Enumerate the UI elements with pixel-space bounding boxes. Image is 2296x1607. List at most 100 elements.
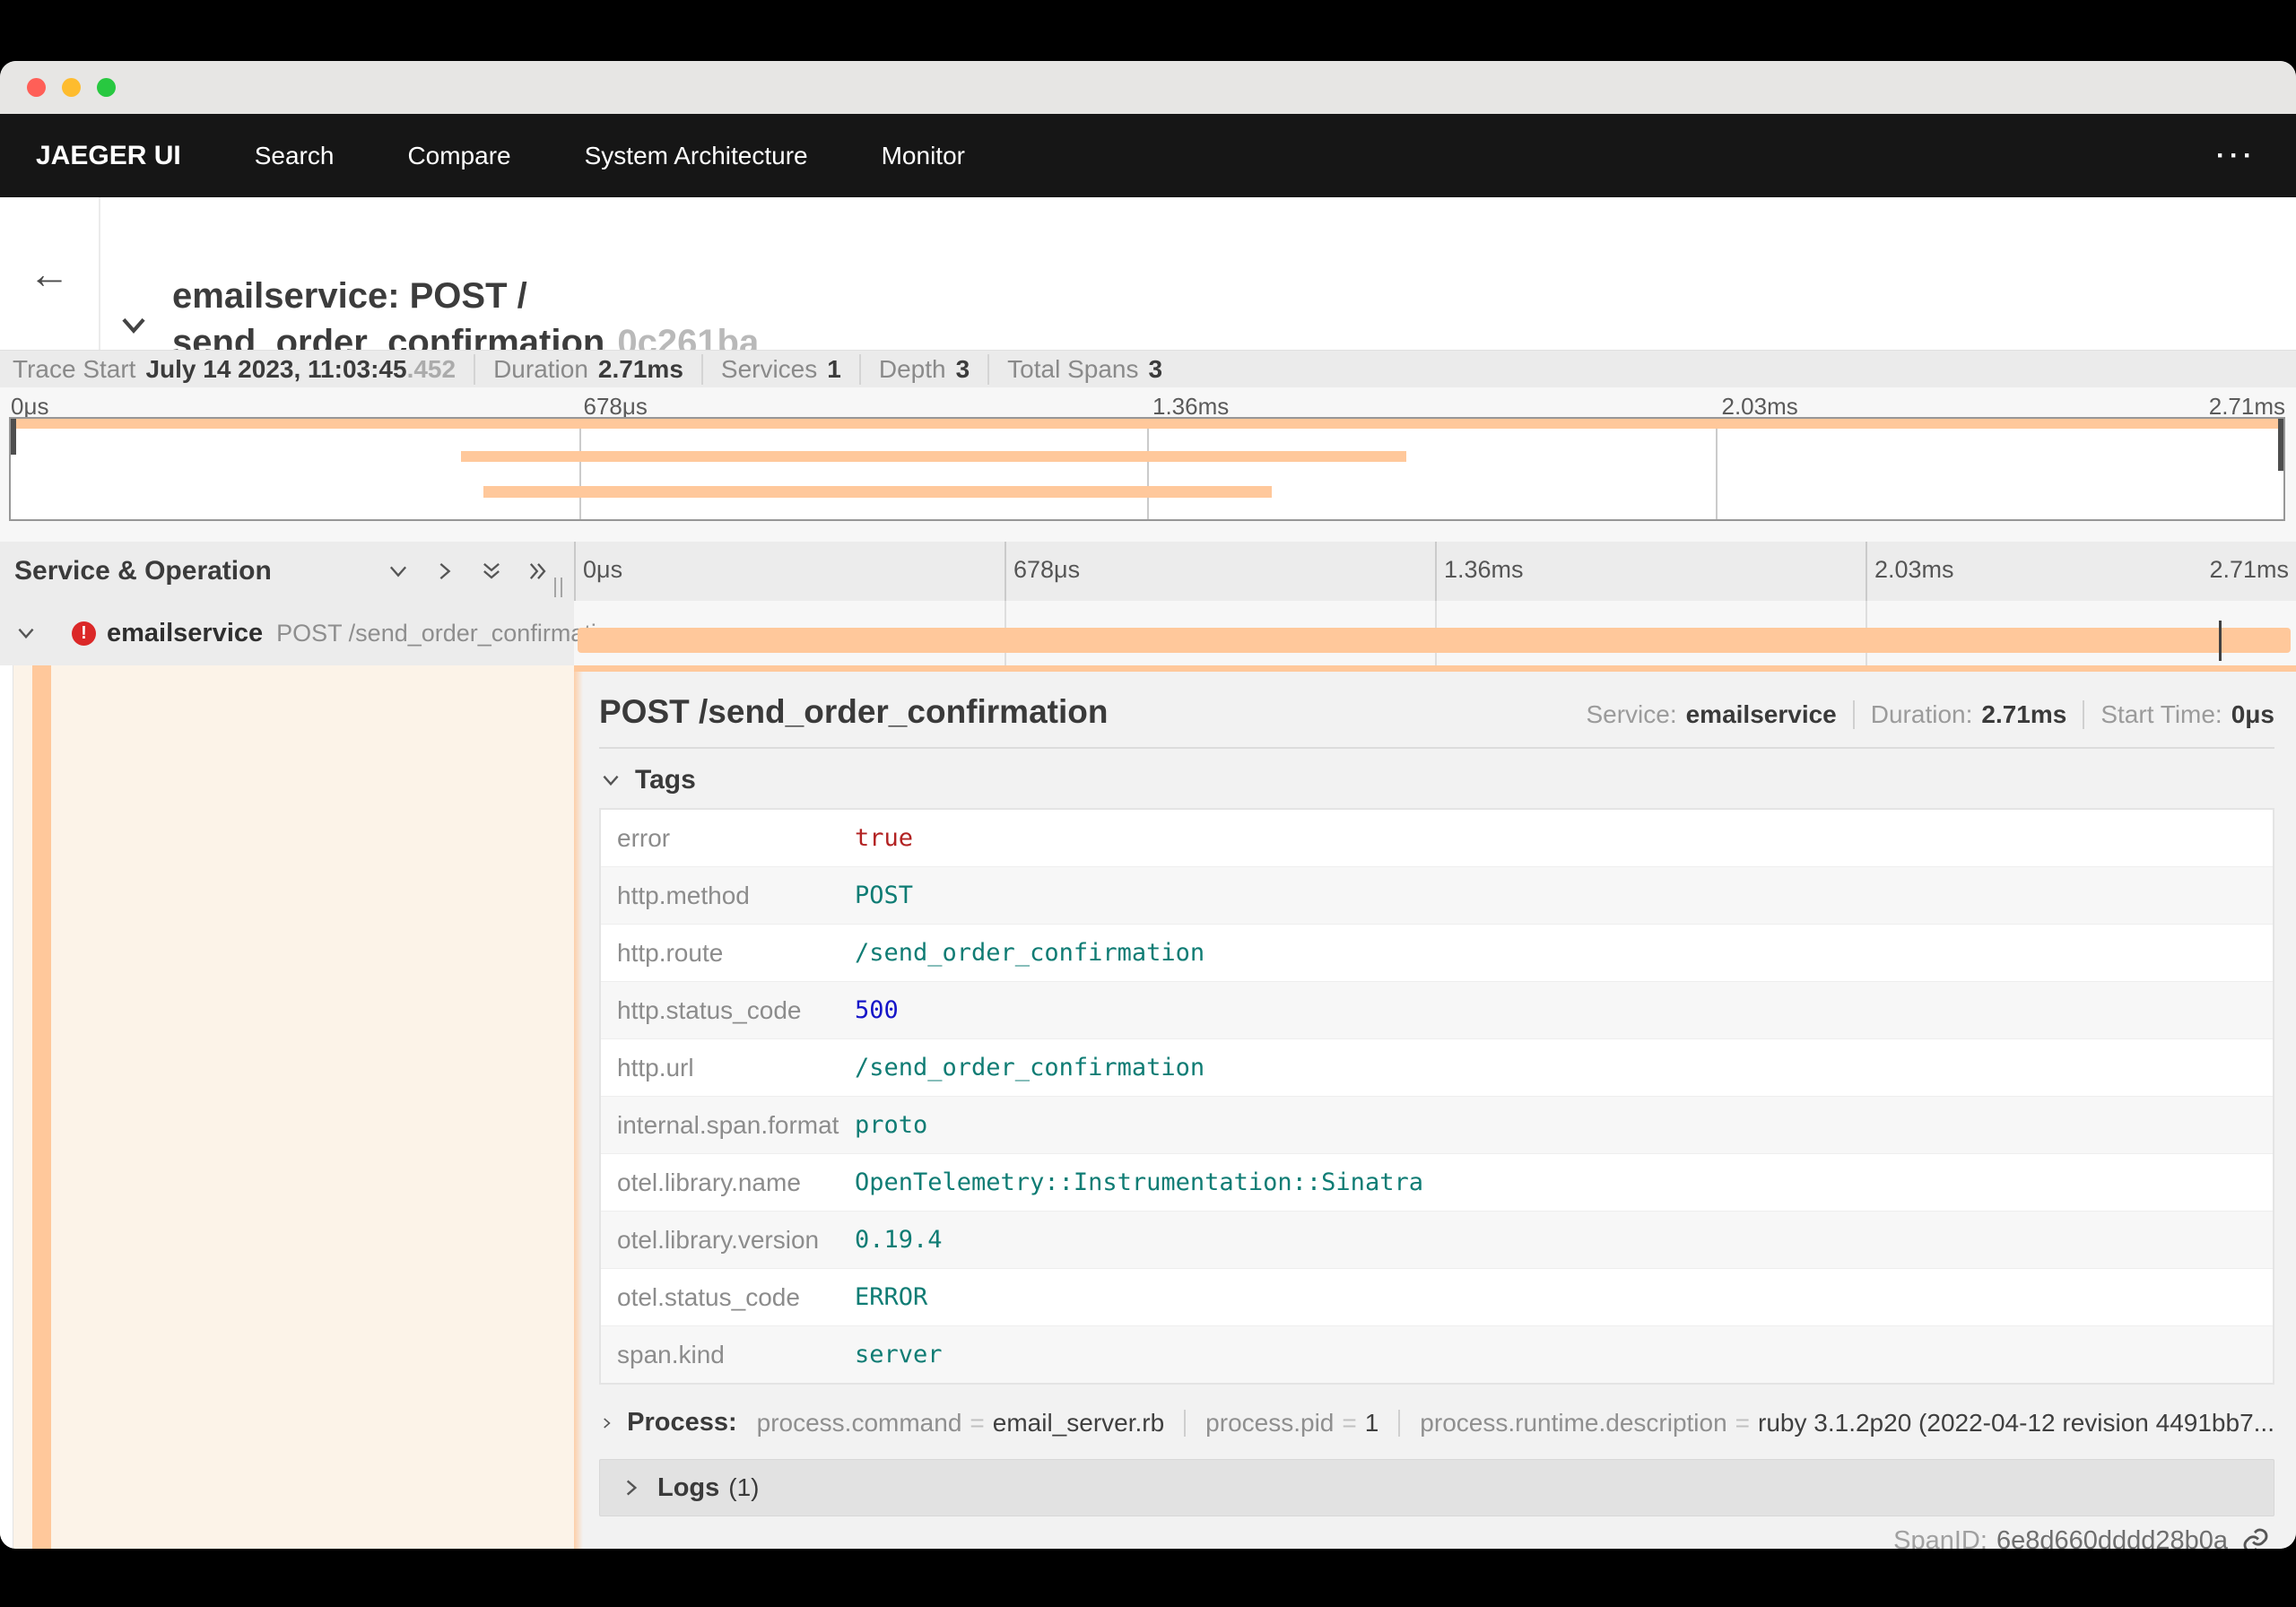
tag-row: http.status_code 500: [601, 982, 2273, 1039]
nav-item-system-architecture[interactable]: System Architecture: [585, 142, 808, 170]
tag-row: internal.span.format proto: [601, 1097, 2273, 1154]
trace-total-spans: Total Spans 3: [1007, 355, 1163, 383]
span-timeline-column[interactable]: [574, 601, 2296, 665]
logs-count: (1): [728, 1473, 760, 1501]
nav-item-monitor[interactable]: Monitor: [882, 142, 965, 170]
span-name-column[interactable]: ! emailservice POST /send_order_confirma…: [0, 601, 623, 665]
span-id-footer: SpanID: 6e8d660dddd28b0a: [1893, 1525, 2271, 1549]
tree-controls: [386, 559, 551, 584]
process-title: Process:: [627, 1408, 737, 1437]
trace-duration: Duration 2.71ms: [475, 354, 703, 385]
span-row[interactable]: ! emailservice POST /send_order_confirma…: [0, 601, 2296, 665]
tick-label: 678μs: [1013, 556, 1081, 583]
process-kv: process.runtime.description = ruby 3.1.2p2…: [1398, 1409, 2274, 1438]
process-kv: process.command = email_server.rb: [756, 1408, 1165, 1437]
trace-title-line1: emailservice: POST /: [172, 276, 527, 316]
detail-duration: Duration: 2.71ms: [1855, 700, 2085, 729]
minimap-tick-labels: 0μs 678μs 1.36ms 2.03ms 2.71ms: [9, 393, 2285, 420]
minimap-span-bar: [460, 451, 1406, 462]
gridline: [578, 419, 581, 519]
tag-row: error true: [601, 810, 2273, 867]
viewport-left-handle[interactable]: [11, 419, 16, 455]
span-detail-content: POST /send_order_confirmation Service: em…: [599, 672, 2274, 1549]
tags-title: Tags: [635, 765, 696, 795]
trace-services: Services 1: [703, 354, 861, 385]
tag-row: otel.library.name OpenTelemetry::Instrume…: [601, 1154, 2273, 1212]
tag-row: otel.library.version 0.19.4: [601, 1212, 2273, 1269]
detail-service: Service: emailservice: [1570, 700, 1855, 729]
span-duration-bar[interactable]: [577, 628, 2292, 653]
tag-row: otel.status_code ERROR: [601, 1269, 2273, 1326]
gridline: [1715, 419, 1718, 519]
span-detail-section: POST /send_order_confirmation Service: em…: [0, 665, 2296, 1549]
app-window: JAEGER UI Search Compare System Architec…: [0, 61, 2296, 1549]
span-detail-left-gutter: [0, 665, 576, 1549]
span-id-value: 6e8d660dddd28b0a: [1996, 1525, 2228, 1550]
span-detail-meta: Service: emailservice Duration: 2.71ms Sta…: [1570, 700, 2274, 729]
timeline-ruler: 0μs 678μs 1.36ms 2.03ms 2.71ms: [574, 542, 2296, 601]
logs-section-toggle[interactable]: Logs (1): [599, 1459, 2274, 1516]
column-resize-handle[interactable]: [554, 578, 562, 597]
tag-row: http.method POST: [601, 867, 2273, 925]
tick-label: 0μs: [583, 556, 623, 583]
minimap-span-bar: [483, 486, 1273, 498]
minimize-window-button[interactable]: [62, 78, 81, 97]
span-detail-panel: POST /send_order_confirmation Service: em…: [574, 665, 2296, 1549]
tag-row: http.url/send_order_confirmation: [601, 1039, 2273, 1097]
copy-link-icon[interactable]: [2240, 1525, 2271, 1549]
tag-row: http.route/send_order_confirmation: [601, 925, 2273, 982]
detail-accent-border: [574, 672, 583, 1549]
double-chevron-right-icon[interactable]: [526, 559, 551, 584]
timeline-grid-header: Service & Operation 0μs 678μs 1.36ms 2.0…: [0, 542, 2296, 603]
divider: [599, 747, 2274, 749]
operation-name: POST /send_order_confirmation: [276, 619, 623, 647]
tick-label: 1.36ms: [1444, 556, 1524, 583]
tags-table: error true http.method POST http.route/sen…: [599, 808, 2274, 1385]
screen: { "window": { "buttons": ["close", "mini…: [0, 0, 2296, 1607]
gridline: [1147, 419, 1149, 519]
timeline-minimap-section: 0μs 678μs 1.36ms 2.03ms 2.71ms: [0, 387, 2296, 542]
service-name: emailservice: [107, 618, 264, 647]
span-id-label: SpanID:: [1893, 1525, 1987, 1550]
trace-start: Trace Start July 14 2023, 11:03:45 .452: [0, 354, 476, 385]
service-operation-title: Service & Operation: [14, 556, 272, 586]
chevron-down-icon: [603, 775, 619, 786]
trace-depth: Depth 3: [861, 354, 990, 385]
double-chevron-down-icon[interactable]: [479, 559, 504, 584]
nav-overflow-menu[interactable]: ···: [2216, 141, 2257, 171]
trace-header: ← emailservice: POST / send_order_confir…: [0, 197, 2296, 430]
back-button[interactable]: ←: [0, 197, 100, 350]
span-detail-title: POST /send_order_confirmation: [599, 693, 1109, 730]
error-icon: !: [72, 621, 96, 646]
nav-item-compare[interactable]: Compare: [407, 142, 510, 170]
collapse-span-chevron-icon[interactable]: [14, 621, 38, 645]
service-operation-header: Service & Operation: [0, 542, 576, 601]
span-detail-header: POST /send_order_confirmation Service: em…: [599, 693, 2274, 731]
close-window-button[interactable]: [27, 78, 46, 97]
back-arrow-icon: ←: [29, 250, 70, 297]
chevron-right-icon: [626, 1480, 638, 1496]
chevron-right-icon: [604, 1417, 611, 1429]
logs-title: Logs: [657, 1472, 720, 1502]
process-section-toggle[interactable]: Process: process.command = email_server.rb…: [599, 1408, 2274, 1438]
tags-section-toggle[interactable]: Tags: [599, 765, 734, 795]
collapse-trace-chevron-icon[interactable]: [117, 307, 151, 341]
trace-meta-bar: Trace Start July 14 2023, 11:03:45 .452 …: [0, 350, 2296, 388]
viewport-right-handle[interactable]: [2278, 419, 2283, 471]
nav-item-search[interactable]: Search: [255, 142, 335, 170]
log-marker: [2218, 621, 2222, 661]
process-kv: process.pid = 1: [1184, 1409, 1378, 1438]
tree-gutter: [0, 665, 13, 1549]
tick-label: 2.03ms: [1874, 556, 1954, 583]
timeline-minimap[interactable]: [9, 417, 2285, 521]
top-nav: JAEGER UI Search Compare System Architec…: [0, 114, 2296, 197]
expand-all-chevron-right-icon[interactable]: [432, 559, 457, 584]
minimap-span-bar: [11, 419, 2283, 429]
tag-row: span.kind server: [601, 1326, 2273, 1383]
collapse-all-chevron-down-icon[interactable]: [386, 559, 411, 584]
detail-start-time: Start Time: 0μs: [2100, 700, 2274, 728]
jaeger-logo[interactable]: JAEGER UI: [36, 141, 181, 171]
tick-label: 2.71ms: [2209, 556, 2289, 583]
macos-titlebar: [0, 61, 2296, 114]
zoom-window-button[interactable]: [97, 78, 116, 97]
